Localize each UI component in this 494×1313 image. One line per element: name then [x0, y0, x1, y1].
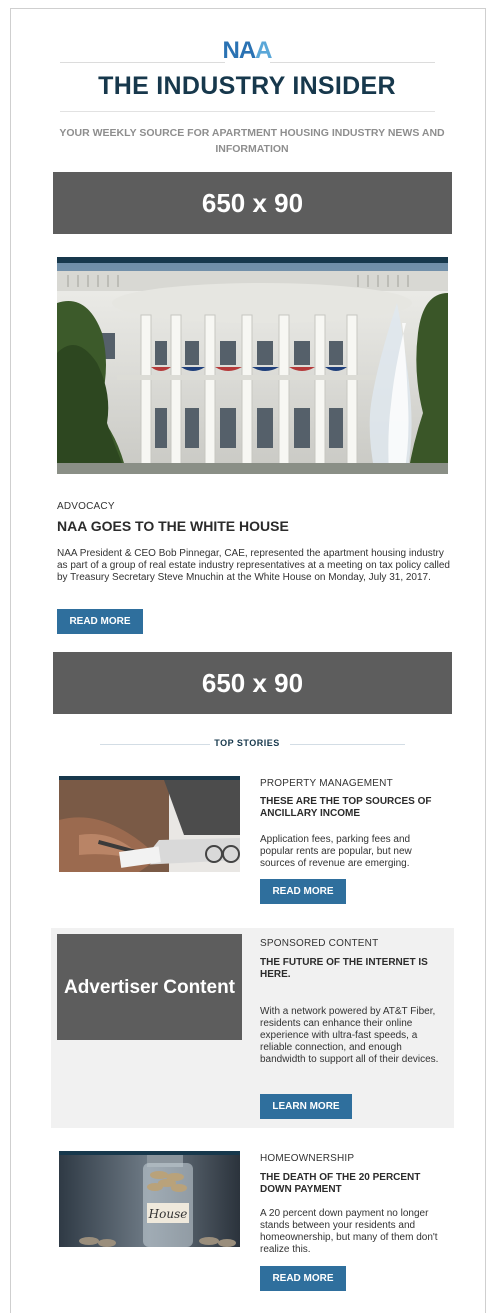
feature-category: ADVOCACY	[57, 501, 115, 512]
logo-divider-right	[270, 62, 435, 63]
story3-read-more-button[interactable]: READ MORE	[260, 1266, 346, 1291]
story2-learn-more-button[interactable]: LEARN MORE	[260, 1094, 352, 1119]
story2-headline[interactable]: THE FUTURE OF THE INTERNET IS HERE.	[260, 957, 445, 981]
feature-read-more-button[interactable]: READ MORE	[57, 609, 143, 634]
top-stories-label: TOP STORIES	[214, 738, 280, 748]
story2-body: With a network powered by AT&T Fiber, re…	[260, 1006, 439, 1065]
banner-ad-top[interactable]: 650 x 90	[53, 172, 452, 234]
tagline: YOUR WEEKLY SOURCE FOR APARTMENT HOUSING…	[59, 127, 445, 155]
feature-body: NAA President & CEO Bob Pinnegar, CAE, r…	[57, 548, 450, 583]
story1-read-more-button[interactable]: READ MORE	[260, 879, 346, 904]
story1-category: PROPERTY MANAGEMENT	[260, 778, 393, 789]
feature-headline[interactable]: NAA GOES TO THE WHITE HOUSE	[57, 518, 289, 534]
story2-category: SPONSORED CONTENT	[260, 938, 379, 949]
white-house-image[interactable]	[57, 257, 448, 474]
story3-category: HOMEOWNERSHIP	[260, 1153, 355, 1164]
naa-logo[interactable]: NAA	[0, 37, 494, 65]
jar-label: House	[148, 1207, 188, 1221]
advertiser-content-box[interactable]: Advertiser Content	[57, 934, 242, 1040]
story-jar-image[interactable]: House	[59, 1151, 240, 1247]
story1-headline[interactable]: THESE ARE THE TOP SOURCES OF ANCILLARY I…	[260, 796, 445, 820]
banner-ad-middle[interactable]: 650 x 90	[53, 652, 452, 714]
story3-headline[interactable]: THE DEATH OF THE 20 PERCENT DOWN PAYMENT	[260, 1172, 445, 1196]
story3-body: A 20 percent down payment no longer stan…	[260, 1208, 438, 1255]
story-laptop-image[interactable]	[59, 776, 240, 872]
title-divider	[60, 111, 435, 112]
newsletter-title: THE INDUSTRY INSIDER	[98, 72, 396, 100]
story1-body: Application fees, parking fees and popul…	[260, 834, 412, 869]
logo-divider-left	[60, 62, 225, 63]
